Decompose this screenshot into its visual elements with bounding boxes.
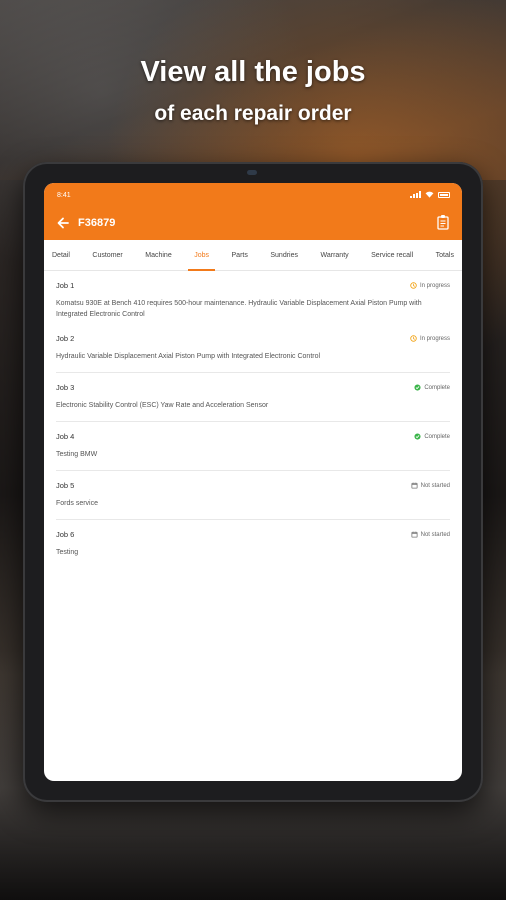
- repair-order-title: F36879: [78, 217, 116, 229]
- job-title: Job 3: [56, 383, 75, 392]
- tab-sundries[interactable]: Sundries: [270, 240, 298, 270]
- job-status: Not started: [411, 482, 450, 489]
- tablet-camera: [247, 170, 257, 175]
- job-description: Komatsu 930E at Bench 410 requires 500-h…: [56, 300, 422, 318]
- job-status: Complete: [414, 384, 450, 391]
- clipboard-icon[interactable]: [436, 214, 450, 230]
- tab-parts[interactable]: Parts: [232, 240, 248, 270]
- job-description: Testing: [56, 549, 79, 556]
- job-status: In progress: [410, 335, 450, 342]
- job-status-label: Complete: [424, 433, 450, 440]
- job-title: Job 4: [56, 432, 75, 441]
- job-status-label: In progress: [419, 282, 450, 289]
- tab-customer[interactable]: Customer: [92, 240, 122, 270]
- tab-jobs[interactable]: Jobs: [188, 240, 215, 271]
- in-progress-icon: [410, 335, 417, 342]
- job-status: Complete: [414, 433, 450, 440]
- tab-detail[interactable]: Detail: [52, 240, 70, 270]
- background-texture-top: [0, 0, 506, 180]
- check-circle-icon: [414, 433, 421, 440]
- job-title: Job 1: [56, 281, 75, 290]
- tab-bar: Detail Customer Machine Jobs Parts Sundr…: [44, 240, 462, 271]
- job-status-label: Not started: [420, 482, 450, 489]
- job-description: Hydraulic Variable Displacement Axial Pi…: [56, 353, 321, 360]
- job-title: Job 6: [56, 530, 75, 539]
- job-title: Job 5: [56, 481, 75, 490]
- check-circle-icon: [414, 384, 421, 391]
- job-item[interactable]: Job 3 Complete Electronic Stability Cont…: [56, 373, 450, 422]
- tab-service-recall[interactable]: Service recall: [371, 240, 413, 270]
- job-description: Testing BMW: [56, 451, 98, 458]
- promo-subheadline: of each repair order: [154, 102, 352, 125]
- not-started-icon: [411, 531, 418, 538]
- tab-machine[interactable]: Machine: [145, 240, 171, 270]
- app-bar: 8:41 F36879: [44, 183, 462, 240]
- app-screen: 8:41 F36879 Detail Customer Machine Jobs…: [44, 183, 462, 781]
- job-title: Job 2: [56, 334, 75, 343]
- job-status-label: Not started: [420, 531, 450, 538]
- status-bar: 8:41: [44, 183, 462, 209]
- job-item[interactable]: Job 1 In progress Komatsu 930E at Bench …: [56, 271, 450, 324]
- job-item[interactable]: Job 6 Not started Testing: [56, 520, 450, 568]
- job-list: Job 1 In progress Komatsu 930E at Bench …: [44, 271, 462, 568]
- promo-headline: View all the jobs: [140, 56, 366, 88]
- job-item[interactable]: Job 4 Complete Testing BMW: [56, 422, 450, 471]
- signal-icon: [410, 191, 421, 198]
- tab-totals[interactable]: Totals: [436, 240, 454, 270]
- back-arrow-icon[interactable]: [56, 216, 70, 230]
- not-started-icon: [411, 482, 418, 489]
- job-status: Not started: [411, 531, 450, 538]
- battery-icon: [438, 191, 450, 198]
- job-item[interactable]: Job 5 Not started Fords service: [56, 471, 450, 520]
- toolbar: F36879: [44, 209, 462, 240]
- job-description: Fords service: [56, 500, 99, 507]
- status-time: 8:41: [57, 192, 71, 199]
- wifi-icon: [425, 191, 434, 198]
- tab-warranty[interactable]: Warranty: [321, 240, 349, 270]
- job-description: Electronic Stability Control (ESC) Yaw R…: [56, 402, 269, 409]
- job-item[interactable]: Job 2 In progress Hydraulic Variable Dis…: [56, 324, 450, 373]
- tablet-frame: 8:41 F36879 Detail Customer Machine Jobs…: [23, 162, 483, 802]
- in-progress-icon: [410, 282, 417, 289]
- job-status-label: In progress: [419, 335, 450, 342]
- job-status: In progress: [410, 282, 450, 289]
- status-icons: [410, 191, 450, 198]
- job-status-label: Complete: [424, 384, 450, 391]
